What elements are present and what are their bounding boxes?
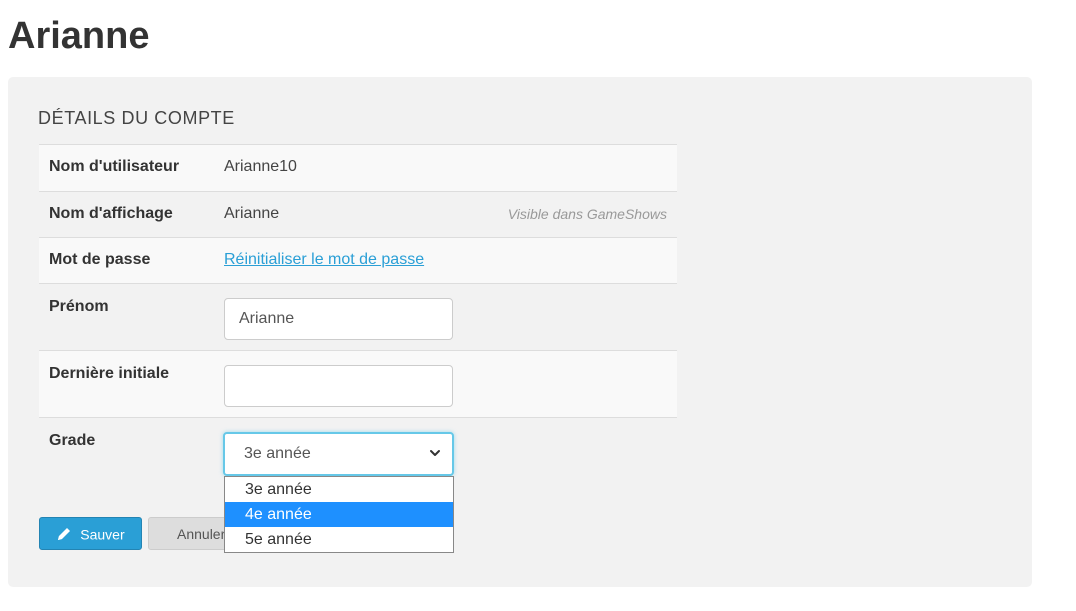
reset-password-link[interactable]: Réinitialiser le mot de passe: [224, 251, 424, 269]
last-initial-label: Dernière initiale: [49, 365, 170, 382]
grade-option[interactable]: 3e année: [225, 477, 453, 502]
password-row: Mot de passe Réinitialiser le mot de pas…: [39, 237, 677, 283]
section-heading: DÉTAILS DU COMPTE: [38, 108, 235, 128]
first-name-row: Prénom: [39, 283, 677, 350]
password-label: Mot de passe: [49, 251, 151, 268]
last-initial-row: Dernière initiale: [39, 350, 677, 417]
display-name-label: Nom d'affichage: [49, 205, 173, 222]
display-name-row: Nom d'affichage Arianne Visible dans Gam…: [39, 191, 677, 237]
last-initial-input[interactable]: [224, 365, 453, 407]
grade-dropdown-list: 3e année 4e année 5e année: [224, 476, 454, 553]
account-details-table: Nom d'utilisateur Arianne10 Nom d'affich…: [39, 144, 677, 497]
grade-option[interactable]: 5e année: [225, 527, 453, 552]
chevron-down-icon: [430, 450, 440, 456]
account-details-panel: DÉTAILS DU COMPTE Nom d'utilisateur Aria…: [8, 77, 1032, 587]
pencil-icon: [58, 528, 71, 541]
grade-select-value: 3e année: [244, 445, 311, 462]
username-value: Arianne10: [224, 158, 297, 175]
username-label: Nom d'utilisateur: [49, 158, 180, 175]
display-name-value: Arianne: [224, 205, 280, 222]
grade-label: Grade: [49, 432, 96, 449]
grade-select[interactable]: 3e année: [223, 432, 454, 476]
first-name-input[interactable]: [224, 298, 453, 340]
first-name-label: Prénom: [49, 298, 109, 315]
save-button-label: Sauver: [80, 526, 125, 543]
page-title: Arianne: [8, 15, 150, 57]
save-button[interactable]: Sauver: [39, 517, 142, 550]
username-row: Nom d'utilisateur Arianne10: [39, 144, 677, 191]
grade-option-highlighted[interactable]: 4e année: [225, 502, 453, 527]
display-name-note: Visible dans GameShows: [507, 206, 667, 222]
